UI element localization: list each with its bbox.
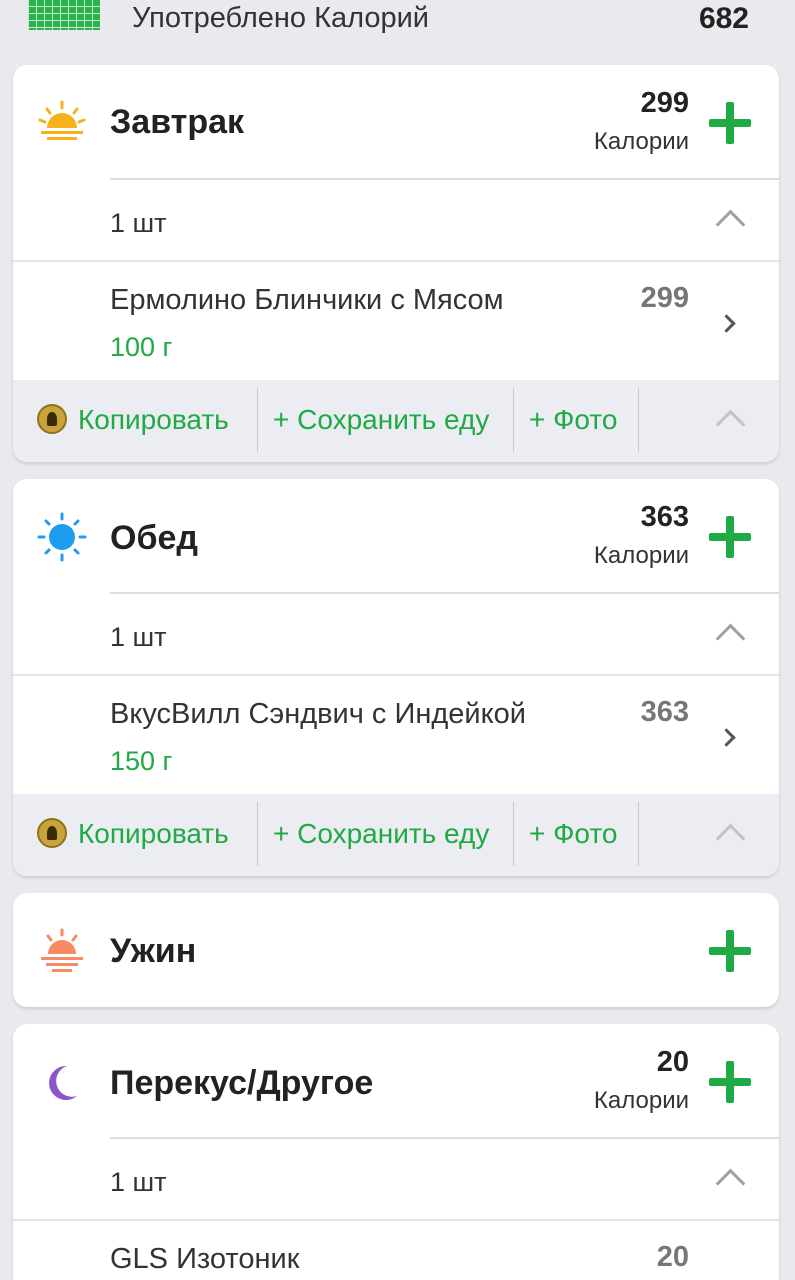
divider <box>257 802 258 866</box>
save-food-button[interactable]: + Сохранить еду <box>273 818 489 850</box>
meal-header[interactable]: Ужин <box>13 893 779 1006</box>
sunset-icon <box>41 928 83 972</box>
collapse-icon[interactable] <box>715 409 746 440</box>
meal-calories: 299 Калории <box>594 87 689 156</box>
meal-action-bar: Копировать + Сохранить еду + Фото <box>13 380 779 462</box>
moon-icon <box>49 1065 77 1100</box>
chevron-right-icon <box>717 728 736 747</box>
food-calories: 20 <box>656 1241 689 1273</box>
food-calories: 299 <box>640 282 689 314</box>
divider <box>513 802 514 866</box>
save-food-button[interactable]: + Сохранить еду <box>273 404 489 436</box>
quantity-label: 1 шт <box>110 1167 167 1197</box>
food-item[interactable]: ВкусВилл Сэндвич с Индейкой 150 г 363 <box>13 676 779 794</box>
food-item[interactable]: Ермолино Блинчики с Мясом 100 г 299 <box>13 262 779 380</box>
meal-calories-value: 299 <box>640 87 689 119</box>
divider <box>257 388 258 452</box>
chevron-up-icon[interactable] <box>715 1168 746 1199</box>
meal-title: Ужин <box>110 932 197 970</box>
meal-title: Перекус/Другое <box>110 1064 374 1102</box>
meal-header[interactable]: Перекус/Другое 20 Калории <box>13 1024 779 1139</box>
chevron-up-icon[interactable] <box>715 623 746 654</box>
add-food-button[interactable] <box>709 1061 751 1103</box>
divider <box>638 388 639 452</box>
collapse-icon[interactable] <box>715 823 746 854</box>
meal-card-dinner: Ужин <box>13 893 779 1007</box>
quantity-label: 1 шт <box>110 622 167 652</box>
meal-calories: 363 Калории <box>594 501 689 570</box>
chevron-up-icon[interactable] <box>715 209 746 240</box>
meal-calories-value: 20 <box>656 1046 689 1078</box>
quantity-row[interactable]: 1 шт <box>13 180 779 262</box>
quantity-row[interactable]: 1 шт <box>13 594 779 676</box>
meal-calories-label: Калории <box>593 128 689 155</box>
food-name: Ермолино Блинчики с Мясом <box>110 284 504 316</box>
add-food-button[interactable] <box>709 102 751 144</box>
meal-title: Обед <box>110 519 198 557</box>
meal-calories-label: Калории <box>593 1087 689 1114</box>
copy-button[interactable]: Копировать <box>78 404 229 436</box>
meal-calories-value: 363 <box>640 501 689 533</box>
summary-total: 682 <box>698 2 749 35</box>
meal-card-lunch: Обед 363 Калории 1 шт ВкусВилл Сэндвич с… <box>13 479 779 876</box>
food-amount: 150 г <box>110 746 173 776</box>
premium-lock-icon <box>37 818 67 848</box>
add-photo-button[interactable]: + Фото <box>529 404 617 436</box>
calories-summary: Употреблено Калорий 682 <box>0 0 795 40</box>
meal-action-bar: Копировать + Сохранить еду + Фото <box>13 794 779 876</box>
quantity-row[interactable]: 1 шт <box>13 1139 779 1221</box>
food-calories: 363 <box>640 696 689 728</box>
copy-button[interactable]: Копировать <box>78 818 229 850</box>
add-food-button[interactable] <box>709 516 751 558</box>
meal-title: Завтрак <box>110 103 245 141</box>
quantity-label: 1 шт <box>110 208 167 238</box>
sunrise-icon <box>38 100 86 140</box>
food-name: ВкусВилл Сэндвич с Индейкой <box>110 698 526 730</box>
divider <box>513 388 514 452</box>
add-food-button[interactable] <box>709 930 751 972</box>
meal-calories: 20 Калории <box>594 1046 689 1115</box>
sun-icon <box>37 512 87 562</box>
summary-label: Употреблено Калорий <box>132 2 430 34</box>
meal-card-breakfast: Завтрак 299 Калории 1 шт Ермолино Блинчи… <box>13 65 779 462</box>
add-photo-button[interactable]: + Фото <box>529 818 617 850</box>
food-name: GLS Изотоник <box>110 1243 300 1275</box>
meal-header[interactable]: Обед 363 Калории <box>13 479 779 594</box>
chevron-right-icon <box>717 314 736 333</box>
meal-card-snack: Перекус/Другое 20 Калории 1 шт GLS Изото… <box>13 1024 779 1280</box>
divider <box>638 802 639 866</box>
food-item[interactable]: GLS Изотоник 20 <box>13 1221 779 1280</box>
food-amount: 100 г <box>110 332 173 362</box>
grid-icon <box>28 0 100 30</box>
meal-header[interactable]: Завтрак 299 Калории <box>13 65 779 180</box>
premium-lock-icon <box>37 404 67 434</box>
meal-calories-label: Калории <box>593 542 689 569</box>
